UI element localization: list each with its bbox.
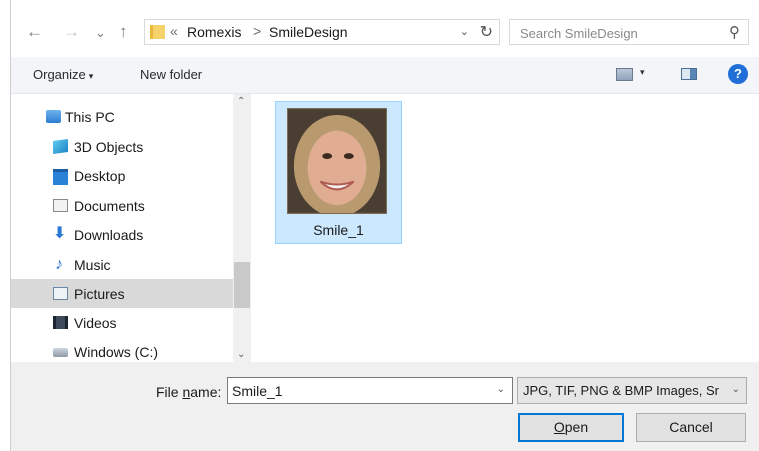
nav-item-music[interactable]: ♪ Music	[11, 250, 233, 279]
nav-item-label: Music	[74, 257, 111, 273]
breadcrumb-smiledesign[interactable]: SmileDesign	[269, 24, 348, 40]
nav-item-documents[interactable]: Documents	[11, 191, 233, 220]
navigation-pane: This PC 3D Objects Desktop Documents ⬇ D…	[11, 94, 251, 362]
folder-icon	[150, 25, 165, 39]
scrollbar-thumb[interactable]	[234, 262, 250, 308]
help-icon[interactable]: ?	[728, 64, 748, 84]
change-view-icon[interactable]	[616, 68, 633, 81]
file-name-label-suffix: ame:	[190, 384, 222, 400]
nav-item-pictures[interactable]: Pictures	[11, 279, 233, 308]
nav-item-label: Documents	[74, 198, 145, 214]
file-list: Smile_1	[252, 94, 759, 362]
file-name-label: File name:	[156, 384, 221, 400]
desktop-icon	[53, 169, 68, 185]
nav-scrollbar[interactable]: ⌃ ⌄	[233, 94, 251, 362]
caret-down-icon: ▾	[88, 71, 94, 81]
nav-item-label: This PC	[65, 109, 115, 125]
up-folder-button[interactable]: ↑	[119, 22, 128, 42]
refresh-icon[interactable]: ↻	[480, 22, 493, 42]
search-box[interactable]: ⚲	[509, 19, 749, 45]
view-options-caret-icon[interactable]: ▾	[640, 67, 645, 78]
this-pc-icon	[46, 110, 61, 123]
nav-item-this-pc[interactable]: This PC	[11, 102, 233, 131]
nav-item-videos[interactable]: Videos	[11, 308, 233, 337]
nav-item-label: Desktop	[74, 168, 126, 184]
breadcrumb-separator[interactable]: >	[253, 23, 261, 39]
smile-photo-thumbnail	[287, 108, 387, 214]
back-button[interactable]: ←	[26, 22, 43, 42]
command-bar: Organize ▾ New folder ▾ ?	[11, 57, 759, 94]
file-name-input[interactable]	[232, 382, 482, 399]
open-file-dialog: ← → ⌄ ↑ « Romexis > SmileDesign ⌄ ↻ ⚲ Or…	[0, 0, 759, 451]
open-button[interactable]: Open	[518, 413, 624, 442]
nav-item-label: 3D Objects	[74, 139, 144, 155]
dialog-footer: File name: ⌄ JPG, TIF, PNG & BMP Images,…	[11, 362, 759, 451]
file-name-dropdown-icon[interactable]: ⌄	[497, 384, 505, 395]
nav-item-downloads[interactable]: ⬇ Downloads	[11, 220, 233, 249]
breadcrumb-overflow[interactable]: «	[170, 23, 178, 39]
forward-button[interactable]: →	[63, 22, 80, 42]
open-label-rest: pen	[564, 419, 589, 435]
nav-item-label: Downloads	[74, 227, 144, 243]
scroll-up-icon[interactable]: ⌃	[237, 96, 245, 107]
nav-item-3d-objects[interactable]: 3D Objects	[11, 132, 233, 161]
file-name-combobox[interactable]: ⌄	[227, 377, 513, 404]
organize-label: Organize	[33, 67, 86, 82]
open-access-key: O	[553, 419, 565, 435]
preview-pane-icon[interactable]	[681, 68, 697, 80]
file-type-value: JPG, TIF, PNG & BMP Images, Sr	[523, 383, 720, 398]
pictures-icon	[53, 287, 68, 300]
organize-button[interactable]: Organize ▾	[33, 67, 93, 82]
nav-item-label: Videos	[74, 315, 117, 331]
cancel-button[interactable]: Cancel	[636, 413, 746, 442]
file-type-select[interactable]: JPG, TIF, PNG & BMP Images, Sr ⌄	[517, 377, 747, 404]
file-item-smile-1[interactable]: Smile_1	[275, 101, 402, 244]
file-name-label-prefix: File	[156, 384, 183, 400]
file-item-label: Smile_1	[313, 222, 364, 238]
address-dropdown-icon[interactable]: ⌄	[460, 25, 469, 38]
address-bar[interactable]: « Romexis > SmileDesign ⌄ ↻	[144, 19, 500, 45]
drive-icon	[53, 348, 68, 357]
nav-item-desktop[interactable]: Desktop	[11, 161, 233, 190]
nav-item-label: Windows (C:)	[74, 344, 159, 360]
search-icon[interactable]: ⚲	[729, 23, 740, 41]
3d-objects-icon	[53, 138, 68, 155]
videos-icon	[53, 316, 68, 329]
nav-item-label: Pictures	[74, 286, 125, 302]
new-folder-button[interactable]: New folder	[140, 67, 202, 82]
downloads-icon: ⬇	[53, 225, 67, 242]
music-icon: ♪	[55, 256, 63, 273]
search-input[interactable]	[518, 23, 722, 43]
file-type-dropdown-icon[interactable]: ⌄	[731, 384, 740, 395]
breadcrumb-romexis[interactable]: Romexis	[187, 24, 241, 40]
scroll-down-icon[interactable]: ⌄	[237, 349, 245, 360]
documents-icon	[53, 199, 68, 212]
recent-locations-button[interactable]: ⌄	[95, 23, 106, 43]
